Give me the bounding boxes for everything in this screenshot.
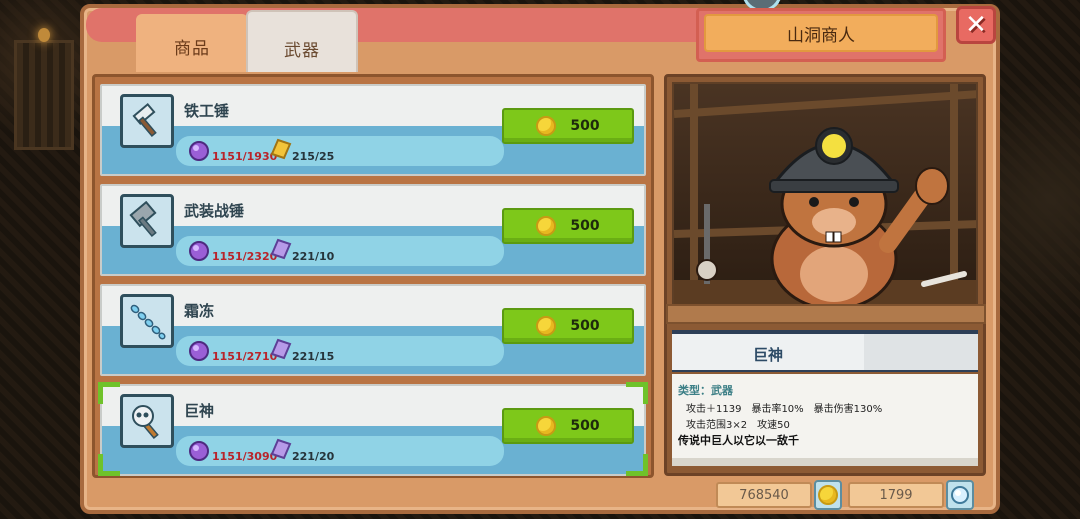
item-stat-b: 221/20	[292, 450, 335, 463]
gold-coin-icon	[536, 216, 557, 236]
item-name: 铁工锤	[184, 102, 230, 120]
list-item[interactable]: 武装战锤 1151/2320 221/10 500	[100, 184, 646, 276]
tab-weapons[interactable]: 武器	[246, 10, 358, 72]
gold-gem-icon	[270, 138, 292, 160]
description-scrollbar[interactable]	[672, 458, 978, 466]
war-hammer-icon	[120, 194, 174, 248]
detail-description[interactable]: 类型：武器 攻击＋1139 暴击率10% 暴击伤害130% 攻击范围3×2 攻速…	[672, 374, 978, 466]
detail-stats-2: 攻击范围3×2 攻速50	[686, 420, 790, 431]
item-stat-b: 215/25	[292, 150, 335, 163]
hammer-icon	[120, 94, 174, 148]
price-label: 500	[570, 218, 600, 234]
item-stat-a: 1151/1930	[212, 150, 278, 163]
item-name: 巨神	[184, 402, 215, 420]
purple-orb-icon	[189, 341, 209, 361]
skull-hammer-icon	[120, 394, 174, 448]
lamp-icon	[38, 28, 50, 42]
buy-button[interactable]: 500	[502, 208, 634, 244]
selection-corner	[98, 382, 120, 404]
close-x-icon: ✕	[965, 10, 987, 40]
mine-door	[14, 40, 74, 150]
price-label: 500	[570, 318, 600, 334]
detail-stats-1: 攻击＋1139 暴击率10% 暴击伤害130%	[686, 404, 883, 415]
purple-crystal-icon	[270, 438, 292, 460]
item-name: 霜冻	[184, 302, 215, 320]
item-name: 武装战锤	[184, 202, 245, 220]
detail-name-bar: 巨神	[672, 330, 978, 372]
gold-coin-icon	[536, 316, 557, 336]
tab-goods[interactable]: 商品	[136, 14, 248, 72]
portrait-plate	[666, 304, 986, 324]
merchant-name: 山洞商人	[704, 14, 938, 52]
purple-crystal-icon	[270, 338, 292, 360]
detail-flavor: 传说中巨人以它以一敌千	[678, 434, 799, 447]
item-stat-a: 1151/2710	[212, 350, 278, 363]
buy-button[interactable]: 500	[502, 408, 634, 444]
purple-crystal-icon	[270, 238, 292, 260]
price-label: 500	[570, 118, 600, 134]
gold-balance: 768540	[716, 482, 812, 508]
gold-coin-icon	[814, 480, 842, 510]
item-stat-a: 1151/2320	[212, 250, 278, 263]
purple-orb-icon	[189, 441, 209, 461]
buy-button[interactable]: 500	[502, 308, 634, 344]
list-item[interactable]: 铁工锤 1151/1930 215/25 500	[100, 84, 646, 176]
list-item[interactable]: 霜冻 1151/2710 221/15 500	[100, 284, 646, 376]
list-item-selected[interactable]: 巨神 1151/3090 221/20 500	[100, 384, 646, 476]
gold-coin-icon	[536, 416, 557, 436]
purple-orb-icon	[189, 141, 209, 161]
detail-name: 巨神	[752, 346, 783, 364]
frost-staff-icon	[120, 294, 174, 348]
diamond-icon	[946, 480, 974, 510]
item-stat-b: 221/10	[292, 250, 335, 263]
gem-balance: 1799	[848, 482, 944, 508]
gold-coin-icon	[536, 116, 557, 136]
detail-type: 类型：武器	[678, 384, 733, 397]
item-stat-a: 1151/3090	[212, 450, 278, 463]
close-button[interactable]: ✕	[956, 6, 996, 44]
item-stat-b: 221/15	[292, 350, 335, 363]
name-bar-shade	[864, 334, 978, 370]
buy-button[interactable]: 500	[502, 108, 634, 144]
selection-corner	[626, 454, 648, 476]
price-label: 500	[570, 418, 600, 434]
merchant-portrait	[672, 82, 978, 306]
purple-orb-icon	[189, 241, 209, 261]
selection-corner	[626, 382, 648, 404]
selection-corner	[98, 454, 120, 476]
